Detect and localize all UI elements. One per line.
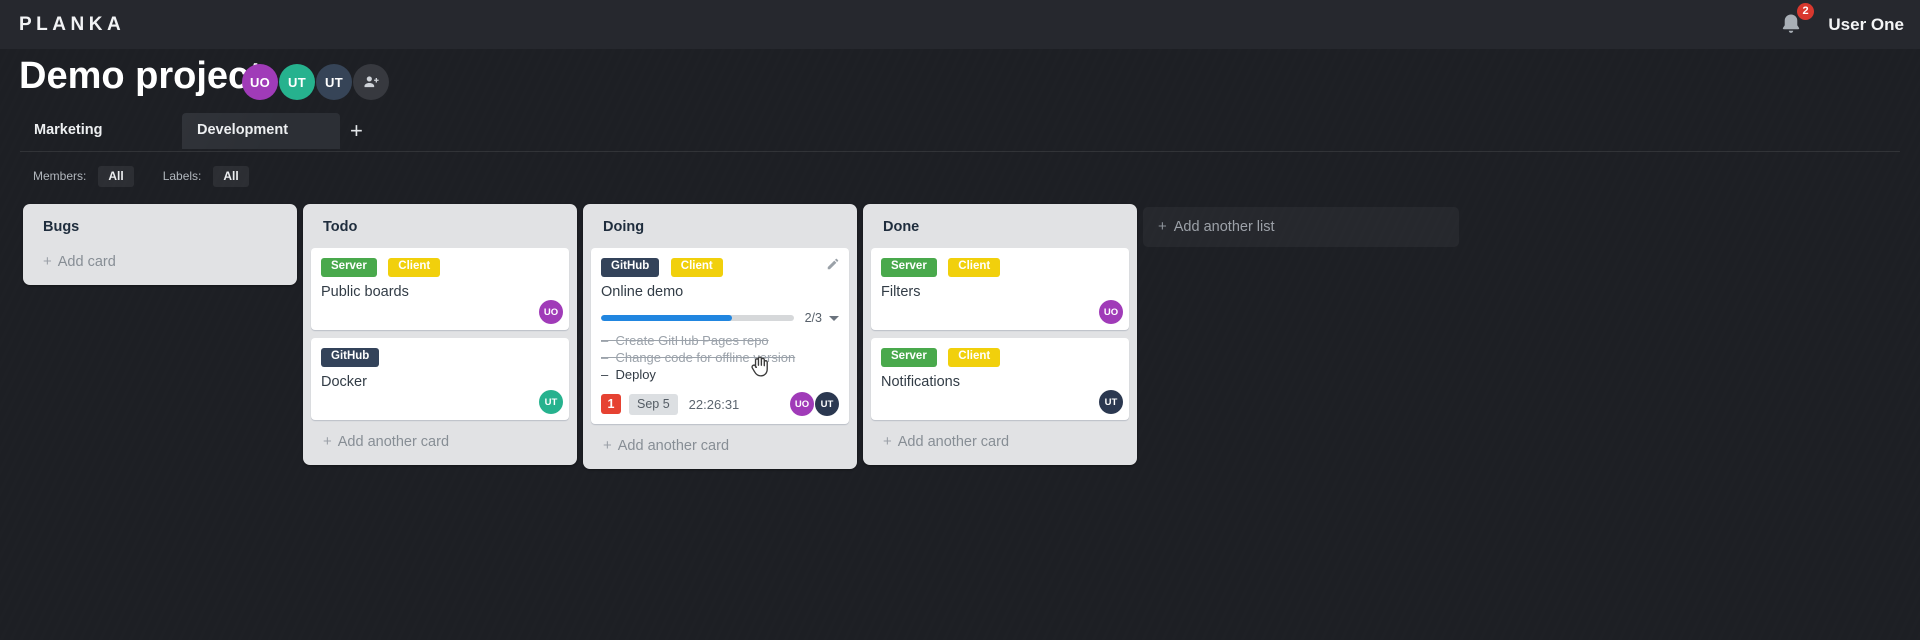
edit-card-icon[interactable] bbox=[826, 257, 840, 271]
label-client: Client bbox=[670, 258, 723, 277]
label-client: Client bbox=[948, 258, 1001, 277]
card-title: Public boards bbox=[321, 284, 409, 300]
label-server: Server bbox=[881, 258, 937, 277]
label-github: GitHub bbox=[321, 348, 380, 367]
tasks-progress: 2/3 bbox=[601, 311, 839, 325]
progress-fill bbox=[601, 315, 732, 321]
plus-icon: + bbox=[603, 437, 612, 454]
list-title[interactable]: Bugs bbox=[31, 212, 289, 248]
topbar: PLANKA 2 User One bbox=[0, 0, 1920, 49]
members-filter-value[interactable]: All bbox=[98, 165, 134, 187]
task-item: Deploy bbox=[601, 366, 839, 383]
card-docker[interactable]: GitHub Docker UT bbox=[311, 338, 569, 420]
plus-icon: + bbox=[883, 433, 892, 450]
plus-icon: + bbox=[1158, 218, 1167, 235]
filter-bar: Members: All Labels: All bbox=[33, 165, 249, 187]
label-github: GitHub bbox=[601, 258, 660, 277]
avatar[interactable]: UT bbox=[316, 64, 352, 100]
avatar: UO bbox=[539, 300, 563, 324]
labels-filter-label: Labels: bbox=[162, 169, 202, 183]
add-card-button[interactable]: + Add another card bbox=[311, 428, 569, 457]
list-bugs: Bugs + Add card bbox=[23, 204, 297, 285]
tab-marketing[interactable]: Marketing bbox=[20, 113, 162, 149]
list-todo: Todo Server Client Public boards UO GitH… bbox=[303, 204, 577, 465]
avatar[interactable]: UT bbox=[279, 64, 315, 100]
add-card-button[interactable]: + Add another card bbox=[591, 432, 849, 461]
list-title[interactable]: Done bbox=[871, 212, 1129, 248]
label-client: Client bbox=[948, 348, 1001, 367]
card-online-demo[interactable]: GitHub Client Online demo 2/3 Create Git… bbox=[591, 248, 849, 424]
members-filter-label: Members: bbox=[33, 169, 87, 183]
task-list: Create GitHub Pages repo Change code for… bbox=[601, 332, 839, 383]
card-title: Online demo bbox=[601, 284, 684, 300]
card-labels: GitHub bbox=[321, 346, 559, 367]
avatar: UT bbox=[815, 392, 839, 416]
progress-count: 2/3 bbox=[804, 311, 822, 325]
plus-icon: + bbox=[323, 433, 332, 450]
planka-logo[interactable]: PLANKA bbox=[19, 14, 125, 36]
notification-count-badge[interactable]: 2 bbox=[1797, 3, 1814, 20]
chevron-down-icon[interactable] bbox=[829, 315, 839, 321]
task-item: Change code for offline version bbox=[601, 349, 839, 366]
add-member-button[interactable] bbox=[353, 64, 389, 100]
card-title: Filters bbox=[881, 284, 921, 300]
card-filters[interactable]: Server Client Filters UO bbox=[871, 248, 1129, 330]
tabs-divider bbox=[20, 151, 1900, 152]
due-date-badge: Sep 5 bbox=[629, 393, 678, 415]
task-item: Create GitHub Pages repo bbox=[601, 332, 839, 349]
label-server: Server bbox=[881, 348, 937, 367]
avatar[interactable]: UO bbox=[242, 64, 278, 100]
user-menu[interactable]: User One bbox=[1828, 15, 1904, 35]
list-title[interactable]: Todo bbox=[311, 212, 569, 248]
card-public-boards[interactable]: Server Client Public boards UO bbox=[311, 248, 569, 330]
list-doing: Doing GitHub Client Online demo 2/3 Crea… bbox=[583, 204, 857, 469]
add-card-button[interactable]: + Add card bbox=[31, 248, 289, 277]
label-client: Client bbox=[388, 258, 441, 277]
card-labels: Server Client bbox=[881, 346, 1119, 367]
avatar: UT bbox=[1099, 390, 1123, 414]
tab-development[interactable]: Development bbox=[182, 113, 340, 149]
plus-icon: + bbox=[43, 253, 52, 270]
card-labels: Server Client bbox=[321, 256, 559, 277]
progress-track bbox=[601, 315, 794, 321]
timer-value: 22:26:31 bbox=[688, 396, 740, 412]
card-labels: Server Client bbox=[881, 256, 1119, 277]
card-labels: GitHub Client bbox=[601, 256, 839, 277]
list-title[interactable]: Doing bbox=[591, 212, 849, 248]
card-title: Docker bbox=[321, 374, 367, 390]
add-board-button[interactable]: + bbox=[350, 117, 363, 145]
avatar: UT bbox=[539, 390, 563, 414]
project-title[interactable]: Demo project bbox=[19, 55, 262, 98]
label-server: Server bbox=[321, 258, 377, 277]
add-card-button[interactable]: + Add another card bbox=[871, 428, 1129, 457]
card-members: UO UT bbox=[789, 392, 839, 416]
list-done: Done Server Client Filters UO Server Cli… bbox=[863, 204, 1137, 465]
project-members: UO UT UT bbox=[242, 64, 389, 100]
card-notifications[interactable]: Server Client Notifications UT bbox=[871, 338, 1129, 420]
avatar: UO bbox=[1099, 300, 1123, 324]
avatar: UO bbox=[790, 392, 814, 416]
card-notification-badge: 1 bbox=[601, 394, 621, 414]
card-title: Notifications bbox=[881, 374, 960, 390]
labels-filter-value[interactable]: All bbox=[213, 165, 249, 187]
add-list-button[interactable]: + Add another list bbox=[1143, 207, 1459, 247]
card-badges: 1 Sep 5 22:26:31 UO UT bbox=[601, 392, 839, 416]
